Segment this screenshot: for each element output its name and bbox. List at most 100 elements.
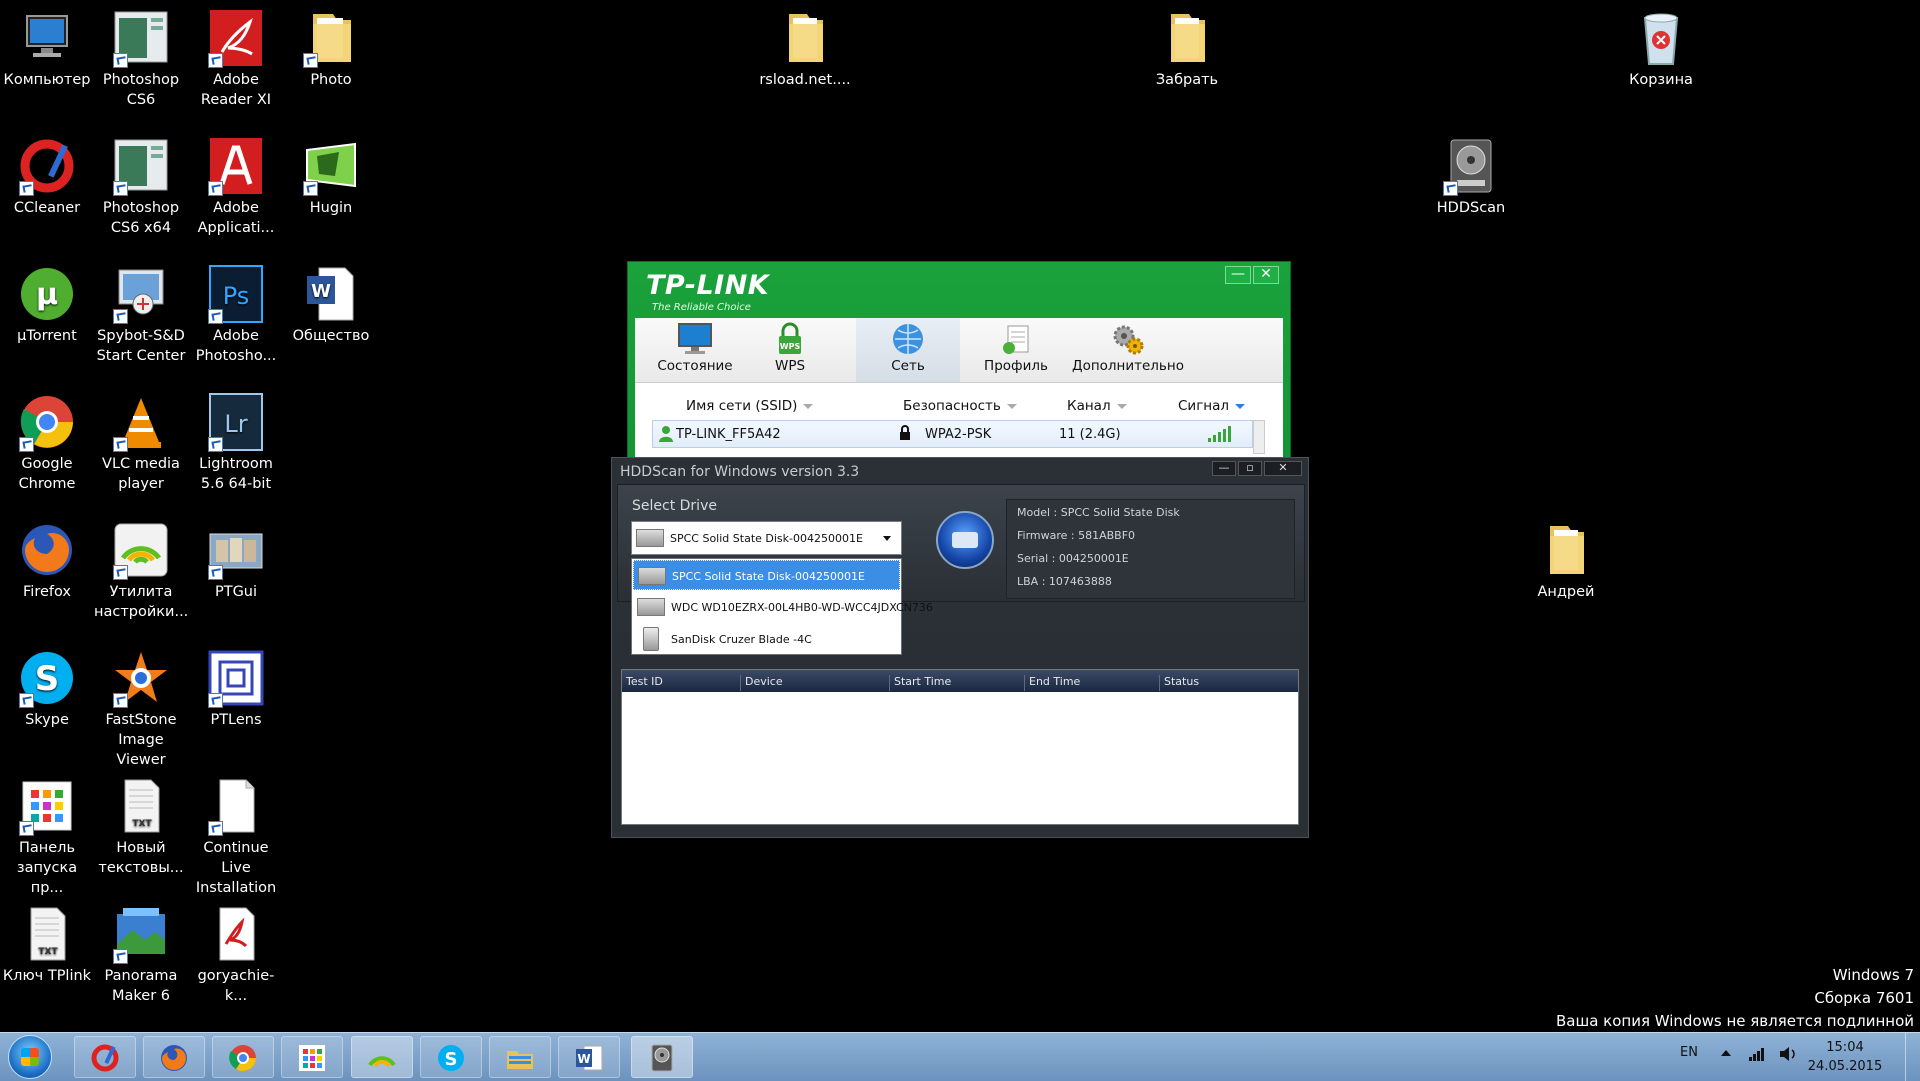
taskbar-explorer[interactable] <box>489 1036 551 1078</box>
taskbar-skype[interactable]: S <box>420 1036 482 1078</box>
drive-option[interactable]: SanDisk Cruzer Blade -4C <box>633 624 900 654</box>
desktop-icon-vlc[interactable]: VLC media player <box>94 392 188 494</box>
taskbar-hddscan[interactable] <box>631 1036 693 1078</box>
desktop-icon-photoshop[interactable]: Ps Adobe Photosho... <box>189 264 283 366</box>
taskbar-chrome[interactable] <box>212 1036 274 1078</box>
desktop-icon-hugin[interactable]: Hugin <box>284 136 378 218</box>
desktop-icon-firefox[interactable]: Firefox <box>0 520 94 602</box>
desktop-icon-key-tplink[interactable]: TXT Ключ TPlink <box>0 904 94 986</box>
taskbar-firefox[interactable] <box>143 1036 205 1078</box>
taskbar-word[interactable]: W <box>558 1036 620 1078</box>
taskbar-ccleaner[interactable] <box>74 1036 136 1078</box>
desktop-icon-obshchestvo[interactable]: W Общество <box>284 264 378 346</box>
tab-status[interactable]: Состояние <box>649 318 741 382</box>
desktop-icon-andrey[interactable]: Андрей <box>1519 520 1613 602</box>
windows-genuine-warning: Ваша копия Windows не является подлинной <box>1556 1012 1914 1030</box>
desktop-icon-rsload[interactable]: rsload.net.... <box>758 8 852 90</box>
desktop-icon-zabrat[interactable]: Забрать <box>1140 8 1234 90</box>
desktop-icon-photoshop-cs6[interactable]: Photoshop CS6 <box>94 8 188 110</box>
drive-info-orb-button[interactable] <box>936 511 994 569</box>
lock-icon <box>898 425 912 445</box>
taskbar-tplink-utility[interactable] <box>351 1036 413 1078</box>
network-user-icon <box>657 425 675 447</box>
drive-option[interactable]: WDC WD10EZRX-00L4HB0-WD-WCC4JDXCN736 <box>633 592 933 622</box>
tab-network[interactable]: Сеть <box>856 318 960 382</box>
desktop-icon-spybot[interactable]: Spybot-S&D Start Center <box>94 264 188 366</box>
photoshop-icon: Ps <box>206 264 266 324</box>
clock-date: 24.05.2015 <box>1807 1059 1883 1074</box>
tab-wps[interactable]: WPS WPS <box>755 318 825 382</box>
network-security: WPA2-PSK <box>925 427 992 442</box>
show-desktop-button[interactable] <box>1905 1033 1920 1081</box>
desktop-icon-new-text[interactable]: TXT Новый текстовы... <box>94 776 188 878</box>
column-header-ssid[interactable]: Имя сети (SSID) <box>686 398 814 414</box>
photoshop-cs6-icon <box>111 8 171 68</box>
col-end-time[interactable]: End Time <box>1029 675 1160 691</box>
desktop-icon-launch-panel[interactable]: Панель запуска пр... <box>0 776 94 898</box>
chrome-icon <box>17 392 77 452</box>
svg-text:W: W <box>577 1052 590 1066</box>
column-header-signal[interactable]: Сигнал <box>1178 398 1246 414</box>
desktop-icon-adobe-application[interactable]: Adobe Applicati... <box>189 136 283 238</box>
launch-panel-icon <box>297 1043 327 1073</box>
desktop-icon-utorrent[interactable]: µ µTorrent <box>0 264 94 346</box>
drive-select[interactable]: SPCC Solid State Disk-004250001E <box>631 521 902 555</box>
panorama-maker-icon <box>111 904 171 964</box>
drive-icon <box>636 529 664 547</box>
tray-expand-icon[interactable] <box>1720 1047 1732 1062</box>
desktop-icon-photoshop-cs6-x64[interactable]: Photoshop CS6 x64 <box>94 136 188 238</box>
desktop-icon-ptgui[interactable]: PTGui <box>189 520 283 602</box>
volume-icon[interactable] <box>1778 1046 1798 1066</box>
desktop-icon-computer[interactable]: Компьютер <box>0 8 94 90</box>
desktop-icon-tplink-utility[interactable]: Утилита настройки... <box>94 520 188 622</box>
shortcut-arrow-icon <box>113 949 128 964</box>
taskbar-launch-panel[interactable] <box>281 1036 343 1078</box>
column-header-channel[interactable]: Канал <box>1067 398 1127 414</box>
col-test-id[interactable]: Test ID <box>626 675 741 691</box>
photoshop-cs6-x64-icon <box>111 136 171 196</box>
network-row[interactable]: TP-LINK_FF5A42 WPA2-PSK 11 (2.4G) <box>652 420 1253 448</box>
desktop-icon-recycle-bin[interactable]: Корзина <box>1614 8 1708 90</box>
system-clock[interactable]: 15:04 24.05.2015 <box>1800 1038 1890 1076</box>
shortcut-arrow-icon <box>113 565 128 580</box>
desktop-icon-panorama-maker[interactable]: Panorama Maker 6 <box>94 904 188 1006</box>
tplink-minimize-button[interactable]: — <box>1225 266 1251 284</box>
chevron-down-icon[interactable] <box>883 536 891 541</box>
desktop-icon-goryachie[interactable]: goryachie-k... <box>189 904 283 1006</box>
hddscan-close-button[interactable]: ✕ <box>1264 461 1302 476</box>
hddscan-maximize-button[interactable]: ▫ <box>1238 461 1262 476</box>
vlc-icon <box>111 392 171 452</box>
language-indicator[interactable]: EN <box>1680 1045 1698 1060</box>
svg-text:S: S <box>35 659 60 699</box>
network-list-scrollbar[interactable] <box>1253 420 1265 454</box>
tab-advanced[interactable]: Дополнительно <box>1065 318 1191 382</box>
spybot-icon <box>111 264 171 324</box>
drive-option[interactable]: SPCC Solid State Disk-004250001E <box>633 560 900 590</box>
shortcut-arrow-icon <box>113 181 128 196</box>
desktop-icon-adobe-reader[interactable]: Adobe Reader XI <box>189 8 283 110</box>
desktop-icon-continue-live[interactable]: Continue Live Installation <box>189 776 283 898</box>
tplink-tagline: The Reliable Choice <box>652 302 751 313</box>
desktop-icon-lightroom[interactable]: Lr Lightroom 5.6 64-bit <box>189 392 283 494</box>
network-signal-icon[interactable] <box>1748 1047 1766 1065</box>
desktop-icon-ccleaner[interactable]: CCleaner <box>0 136 94 218</box>
column-header-security[interactable]: Безопасность <box>903 398 1017 414</box>
tab-profile[interactable]: Профиль <box>967 318 1065 382</box>
desktop-icon-ptlens[interactable]: PTLens <box>189 648 283 730</box>
col-device[interactable]: Device <box>745 675 890 691</box>
col-start-time[interactable]: Start Time <box>894 675 1025 691</box>
hddscan-title: HDDScan for Windows version 3.3 <box>620 464 860 480</box>
shortcut-arrow-icon <box>19 821 34 836</box>
col-status[interactable]: Status <box>1164 675 1294 691</box>
start-button[interactable] <box>8 1035 52 1079</box>
hddscan-minimize-button[interactable]: — <box>1212 461 1236 476</box>
sort-arrow-icon <box>1235 403 1246 409</box>
shortcut-arrow-icon <box>208 821 223 836</box>
desktop-icon-faststone[interactable]: FastStone Image Viewer <box>94 648 188 770</box>
drive-info-panel: Model : SPCC Solid State Disk Firmware :… <box>1006 499 1295 599</box>
desktop-icon-photo[interactable]: Photo <box>284 8 378 90</box>
desktop-icon-chrome[interactable]: Google Chrome <box>0 392 94 494</box>
desktop-icon-hddscan[interactable]: HDDScan <box>1424 136 1518 218</box>
tplink-close-button[interactable]: ✕ <box>1253 266 1279 284</box>
desktop-icon-skype[interactable]: S Skype <box>0 648 94 730</box>
